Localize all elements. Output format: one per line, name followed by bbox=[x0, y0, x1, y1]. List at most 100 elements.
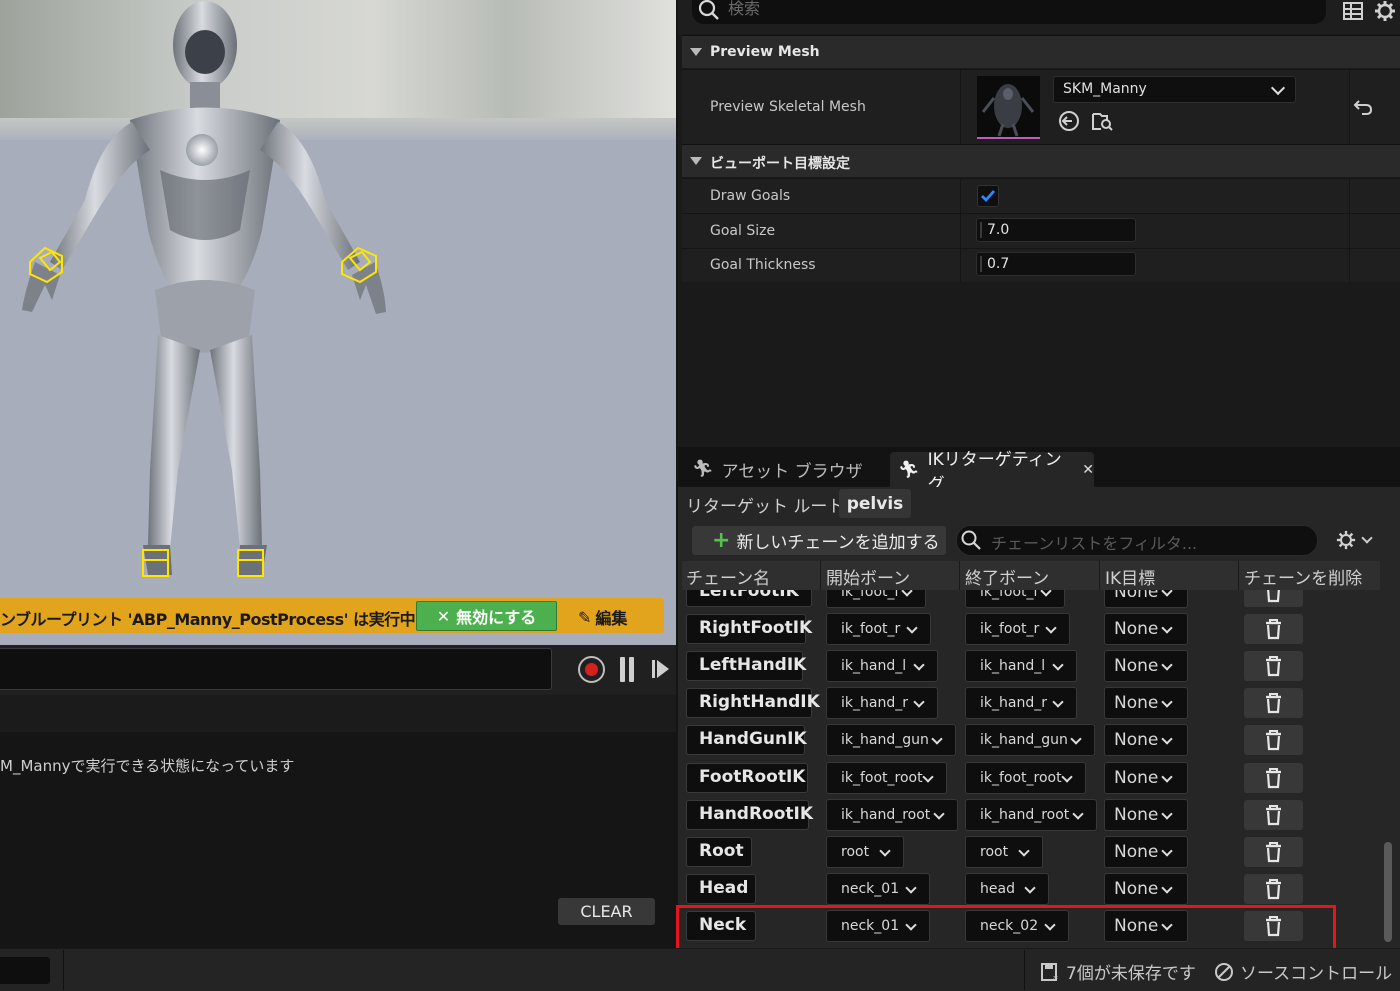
start-bone-combo[interactable]: ik_foot_root bbox=[826, 761, 947, 794]
chain-name-field[interactable]: HandGunIK bbox=[686, 725, 807, 756]
delete-chain-button[interactable] bbox=[1244, 651, 1303, 682]
chevron-down-icon bbox=[1072, 807, 1084, 820]
browse-asset-icon[interactable] bbox=[1091, 110, 1113, 132]
start-bone-combo[interactable]: ik_hand_root bbox=[826, 798, 958, 831]
preview-mesh-section[interactable]: Preview Mesh bbox=[682, 35, 1400, 68]
playback-timeline[interactable] bbox=[0, 648, 552, 690]
ik-goal-combo[interactable]: None bbox=[1104, 835, 1188, 868]
delete-chain-button[interactable] bbox=[1244, 873, 1303, 904]
delete-chain-button[interactable] bbox=[1244, 688, 1303, 719]
preview-mesh-section-title: Preview Mesh bbox=[710, 44, 820, 60]
edit-button[interactable]: ✎ 編集 bbox=[578, 605, 627, 629]
details-search-input[interactable] bbox=[692, 0, 1326, 24]
preview-skeletal-mesh-label: Preview Skeletal Mesh bbox=[710, 99, 866, 115]
table-view-icon[interactable] bbox=[1343, 2, 1363, 20]
chain-name-field[interactable]: Root bbox=[686, 836, 752, 867]
draw-goals-checkbox[interactable] bbox=[977, 185, 999, 207]
ik-goal-combo[interactable]: None bbox=[1104, 590, 1188, 608]
start-bone-combo[interactable]: ik_hand_gun bbox=[826, 724, 956, 757]
end-bone-combo[interactable]: head bbox=[965, 872, 1049, 905]
ik-goal-combo[interactable]: None bbox=[1104, 650, 1188, 683]
column-header-end-bone[interactable]: 終了ボーン bbox=[965, 564, 1049, 589]
chevron-down-icon bbox=[1161, 770, 1173, 783]
ik-goal-combo[interactable]: None bbox=[1104, 872, 1188, 905]
trash-icon bbox=[1266, 767, 1281, 788]
chain-list-scrollbar[interactable] bbox=[1384, 842, 1392, 942]
gear-icon[interactable] bbox=[1336, 530, 1356, 550]
blocked-icon bbox=[1215, 962, 1233, 981]
end-bone-combo-value: ik_hand_r bbox=[980, 695, 1047, 712]
delete-chain-button[interactable] bbox=[1244, 725, 1303, 756]
preview-skeletal-mesh-value: SKM_Manny bbox=[1063, 81, 1147, 97]
chevron-down-icon bbox=[1161, 845, 1173, 857]
ik-goal-combo[interactable]: None bbox=[1104, 761, 1188, 794]
pause-button[interactable] bbox=[620, 657, 636, 682]
tab-asset-browser[interactable]: 🏃︎ アセット ブラウザ bbox=[686, 452, 884, 486]
edit-button-label: 編集 bbox=[595, 609, 628, 628]
start-bone-combo[interactable]: ik_hand_r bbox=[826, 687, 938, 720]
chain-name-field[interactable]: Head bbox=[686, 873, 756, 904]
end-bone-combo[interactable]: ik_hand_r bbox=[965, 687, 1077, 720]
column-header-ik-goal[interactable]: IK目標 bbox=[1105, 564, 1155, 589]
column-header-start-bone[interactable]: 開始ボーン bbox=[826, 564, 910, 589]
end-bone-combo[interactable]: ik_hand_gun bbox=[965, 724, 1095, 757]
clear-button[interactable]: CLEAR bbox=[558, 898, 655, 925]
add-chain-button[interactable]: + 新しいチェーンを追加する bbox=[692, 526, 946, 555]
start-bone-combo[interactable]: root bbox=[826, 835, 904, 868]
gear-icon[interactable] bbox=[1374, 0, 1396, 22]
start-bone-combo[interactable]: ik_hand_l bbox=[826, 650, 938, 683]
goal-thickness-input[interactable]: 0.7 bbox=[976, 252, 1136, 276]
chain-row: HandGunIK ik_hand_gun ik_hand_gun None bbox=[682, 722, 1380, 759]
end-bone-combo[interactable]: ik_hand_root bbox=[965, 798, 1097, 831]
end-bone-combo[interactable]: ik_foot_l bbox=[965, 590, 1065, 608]
start-bone-combo[interactable]: ik_foot_r bbox=[826, 613, 931, 646]
reset-to-default-icon[interactable] bbox=[1353, 97, 1373, 117]
tab-ik-retargeting[interactable]: 🏃︎ IKリターゲティング ✕ bbox=[890, 450, 1094, 495]
collapse-arrow-icon bbox=[690, 157, 702, 165]
end-bone-combo[interactable]: ik_hand_l bbox=[965, 650, 1077, 683]
delete-chain-button[interactable] bbox=[1244, 836, 1303, 867]
step-forward-button[interactable] bbox=[652, 658, 672, 680]
end-bone-combo[interactable]: ik_foot_r bbox=[965, 613, 1070, 646]
start-bone-combo[interactable]: ik_foot_l bbox=[826, 590, 926, 608]
preview-skeletal-mesh-combo[interactable]: SKM_Manny bbox=[1053, 76, 1296, 103]
chain-name-field[interactable]: RightFootIK bbox=[686, 614, 812, 645]
unsaved-assets-button[interactable]: * 7個が未保存です bbox=[1040, 959, 1196, 984]
preview-viewport[interactable] bbox=[0, 0, 676, 645]
plus-icon: + bbox=[712, 527, 731, 553]
ik-goal-combo[interactable]: None bbox=[1104, 613, 1188, 646]
chain-name-field[interactable]: LeftHandIK bbox=[686, 651, 806, 682]
console-command-input[interactable] bbox=[0, 957, 50, 984]
ik-goal-combo[interactable]: None bbox=[1104, 687, 1188, 720]
column-header-delete-chain[interactable]: チェーンを削除 bbox=[1244, 564, 1362, 589]
mesh-thumbnail[interactable] bbox=[977, 76, 1040, 139]
chevron-down-icon bbox=[931, 733, 943, 746]
details-empty-area bbox=[678, 282, 1400, 447]
chain-name-field[interactable]: FootRootIK bbox=[686, 762, 808, 793]
column-header-chain-name[interactable]: チェーン名 bbox=[686, 564, 770, 589]
use-selected-asset-icon[interactable] bbox=[1058, 110, 1080, 132]
viewport-goals-section[interactable]: ビューポート目標設定 bbox=[682, 144, 1400, 177]
ik-goal-combo[interactable]: None bbox=[1104, 724, 1188, 757]
goal-size-input[interactable]: 7.0 bbox=[976, 218, 1136, 242]
record-button[interactable] bbox=[578, 656, 605, 683]
start-bone-combo[interactable]: neck_01 bbox=[826, 872, 930, 905]
source-control-button[interactable]: ソースコントロール bbox=[1214, 959, 1392, 984]
delete-chain-button[interactable] bbox=[1244, 614, 1303, 645]
close-tab-icon[interactable]: ✕ bbox=[1082, 462, 1094, 478]
delete-chain-button[interactable] bbox=[1244, 590, 1303, 607]
ik-goal-combo[interactable]: None bbox=[1104, 798, 1188, 831]
chain-filter-placeholder: チェーンリストをフィルタ... bbox=[991, 534, 1198, 553]
chain-name-field[interactable]: LeftFootIK bbox=[686, 590, 812, 607]
disable-button[interactable]: ✕ 無効にする bbox=[416, 601, 557, 631]
search-icon bbox=[961, 530, 981, 550]
chevron-down-icon bbox=[901, 590, 913, 597]
end-bone-combo[interactable]: root bbox=[965, 835, 1043, 868]
pencil-icon: ✎ bbox=[578, 607, 592, 627]
chain-name-field[interactable]: RightHandIK bbox=[686, 688, 820, 719]
chain-name-field[interactable]: HandRootIK bbox=[686, 799, 813, 830]
retarget-root-value[interactable]: pelvis bbox=[839, 489, 911, 518]
end-bone-combo[interactable]: ik_foot_root bbox=[965, 761, 1086, 794]
delete-chain-button[interactable] bbox=[1244, 762, 1303, 793]
delete-chain-button[interactable] bbox=[1244, 799, 1303, 830]
